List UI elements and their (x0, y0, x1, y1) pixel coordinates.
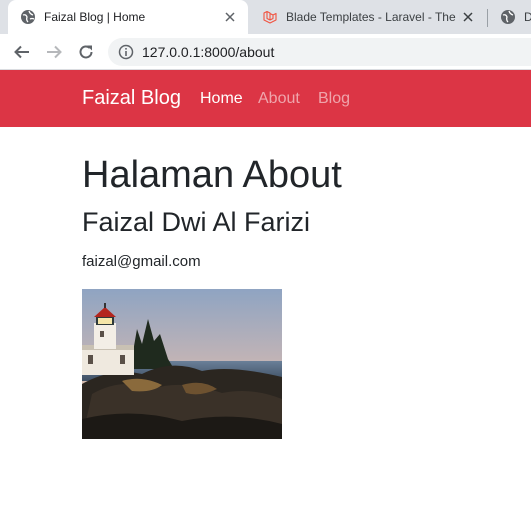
lighthouse-photo (82, 289, 282, 439)
tab-faizal-blog[interactable]: Faizal Blog | Home (8, 0, 248, 34)
globe-icon (21, 10, 35, 24)
close-icon[interactable] (460, 9, 476, 25)
url-text: 127.0.0.1:8000/about (142, 44, 275, 60)
arrow-left-icon (14, 45, 29, 59)
reload-icon (79, 45, 93, 59)
laravel-icon (263, 10, 277, 24)
tab-third[interactable]: D (488, 0, 531, 34)
site-navbar: Faizal Blog Home About Blog (0, 70, 531, 127)
author-email: faizal@gmail.com (82, 253, 201, 270)
author-name: Faizal Dwi Al Farizi (82, 207, 311, 237)
reload-button[interactable] (74, 40, 98, 64)
tab-strip: Faizal Blog | Home Blade Templates - Lar… (0, 0, 531, 34)
back-button[interactable] (10, 40, 34, 64)
arrow-right-icon (47, 45, 62, 59)
tab-title: D (524, 10, 531, 24)
tab-blade-templates[interactable]: Blade Templates - Laravel - The P (250, 0, 486, 34)
forward-button[interactable] (42, 40, 66, 64)
tab-title: Faizal Blog | Home (44, 10, 146, 24)
info-icon[interactable] (118, 44, 134, 60)
navbar-brand[interactable]: Faizal Blog (82, 87, 181, 110)
nav-link-about[interactable]: About (258, 90, 300, 108)
page-title: Halaman About (82, 154, 342, 196)
tab-title: Blade Templates - Laravel - The P (286, 10, 460, 24)
globe-icon (501, 10, 515, 24)
address-bar[interactable]: 127.0.0.1:8000/about (108, 38, 531, 66)
nav-link-blog[interactable]: Blog (318, 90, 350, 108)
nav-link-home[interactable]: Home (200, 90, 243, 108)
close-icon[interactable] (222, 9, 238, 25)
browser-toolbar: 127.0.0.1:8000/about (0, 34, 531, 70)
